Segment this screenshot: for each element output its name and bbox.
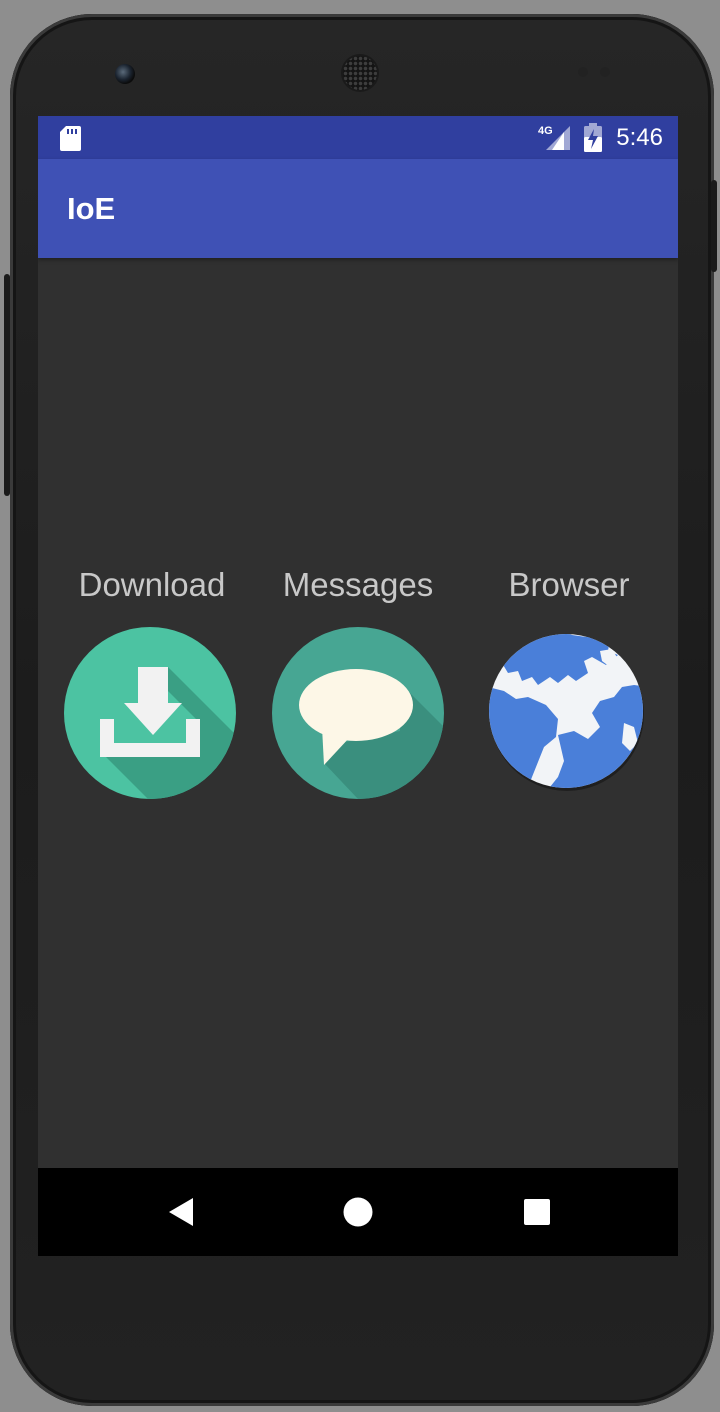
battery-charging-icon [583, 123, 603, 158]
front-camera [115, 64, 135, 84]
earpiece-speaker [343, 56, 377, 90]
chat-bubble-icon[interactable] [272, 627, 444, 804]
network-type-label: 4G [538, 125, 553, 137]
home-icon [343, 1197, 373, 1227]
back-icon [169, 1198, 193, 1226]
proximity-sensor [578, 67, 588, 77]
sd-card-icon [60, 126, 81, 156]
back-button[interactable] [131, 1168, 231, 1256]
status-time: 5:46 [616, 124, 663, 151]
browser-label: Browser [508, 566, 630, 603]
screen: 4G 5:46 IoE Download Messages Browser [38, 116, 678, 1256]
globe-icon[interactable] [488, 627, 648, 804]
app-title: IoE [67, 191, 116, 226]
power-button [711, 180, 717, 272]
volume-button [4, 274, 10, 496]
home-button[interactable] [308, 1168, 408, 1256]
messages-label: Messages [282, 566, 434, 603]
navigation-bar [38, 1168, 678, 1256]
status-bar: 4G 5:46 [38, 116, 678, 159]
device-frame: 4G 5:46 IoE Download Messages Browser [0, 0, 720, 1412]
app-toolbar: IoE [38, 159, 678, 258]
recents-icon [524, 1199, 550, 1225]
download-icon[interactable] [64, 627, 236, 804]
light-sensor [600, 67, 610, 77]
recents-button[interactable] [486, 1168, 586, 1256]
signal-icon: 4G [538, 124, 572, 157]
download-label: Download [78, 566, 226, 603]
